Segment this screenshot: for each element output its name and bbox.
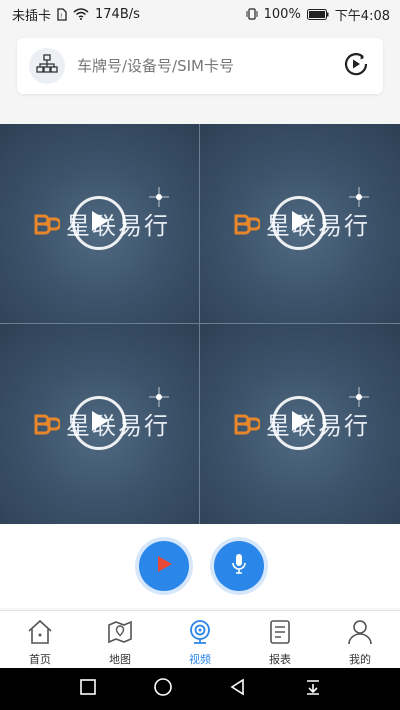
svg-text:!: ! xyxy=(60,13,62,20)
sparkle-icon xyxy=(146,184,172,210)
wifi-icon xyxy=(73,8,89,20)
battery-percent: 100% xyxy=(263,6,301,22)
user-icon xyxy=(345,617,375,647)
tab-label: 我的 xyxy=(349,653,371,666)
tab-mine[interactable]: 我的 xyxy=(320,611,400,668)
report-icon xyxy=(265,617,295,647)
tab-report[interactable]: 报表 xyxy=(240,611,320,668)
video-cell-1[interactable]: 星联易行 xyxy=(0,124,200,324)
play-icon xyxy=(287,408,311,438)
tab-label: 视频 xyxy=(189,653,211,666)
play-all-button[interactable] xyxy=(139,541,189,591)
play-triangle-icon xyxy=(154,554,174,578)
clock: 下午4:08 xyxy=(334,8,390,24)
play-icon xyxy=(287,208,311,238)
tab-label: 首页 xyxy=(29,653,51,666)
tab-home[interactable]: 首页 xyxy=(0,611,80,668)
play-icon xyxy=(87,408,111,438)
sparkle-icon xyxy=(146,384,172,410)
brand-logo-icon xyxy=(234,213,262,235)
playback-icon xyxy=(343,51,369,81)
home-nav-button[interactable] xyxy=(148,674,178,704)
system-nav-bar xyxy=(0,668,400,710)
battery-icon xyxy=(306,8,329,20)
play-button[interactable] xyxy=(72,196,126,250)
carrier-text: 未插卡 xyxy=(12,8,52,24)
play-icon xyxy=(87,208,111,238)
brand-logo-icon xyxy=(234,413,262,435)
sparkle-icon xyxy=(346,184,372,210)
video-cell-3[interactable]: 星联易行 xyxy=(0,324,200,524)
home-icon xyxy=(25,617,55,647)
search-area xyxy=(0,28,400,124)
recents-button[interactable] xyxy=(73,674,103,704)
tab-video[interactable]: 视频 xyxy=(160,611,240,668)
playback-button[interactable] xyxy=(341,51,371,81)
tab-map[interactable]: 地图 xyxy=(80,611,160,668)
play-button[interactable] xyxy=(272,396,326,450)
pull-down-icon xyxy=(304,678,322,700)
camera-icon xyxy=(185,617,215,647)
tab-label: 地图 xyxy=(109,653,131,666)
search-input[interactable] xyxy=(77,57,341,75)
back-triangle-icon xyxy=(229,678,247,700)
video-grid: 星联易行 星联易行 星联易行 星联易行 xyxy=(0,124,400,524)
vibrate-icon xyxy=(246,8,258,20)
notification-shade-button[interactable] xyxy=(298,674,328,704)
play-button[interactable] xyxy=(272,196,326,250)
play-button[interactable] xyxy=(72,396,126,450)
network-speed: 174B/s xyxy=(95,6,140,22)
video-cell-2[interactable]: 星联易行 xyxy=(200,124,400,324)
org-tree-icon xyxy=(36,54,58,78)
intercom-button[interactable] xyxy=(214,541,264,591)
search-bar xyxy=(17,38,383,94)
back-button[interactable] xyxy=(223,674,253,704)
org-tree-button[interactable] xyxy=(29,48,65,84)
sim-icon: ! xyxy=(57,7,67,21)
video-cell-4[interactable]: 星联易行 xyxy=(200,324,400,524)
video-controls xyxy=(0,524,400,608)
square-icon xyxy=(79,678,97,700)
map-icon xyxy=(105,617,135,647)
microphone-icon xyxy=(229,552,249,580)
tab-label: 报表 xyxy=(269,653,291,666)
sparkle-icon xyxy=(346,384,372,410)
brand-logo-icon xyxy=(34,213,62,235)
circle-icon xyxy=(153,677,173,701)
bottom-tab-bar: 首页 地图 视频 报表 我的 xyxy=(0,610,400,668)
brand-logo-icon xyxy=(34,413,62,435)
status-bar: 未插卡 ! 174B/s 100% 下午4:08 xyxy=(0,0,400,28)
